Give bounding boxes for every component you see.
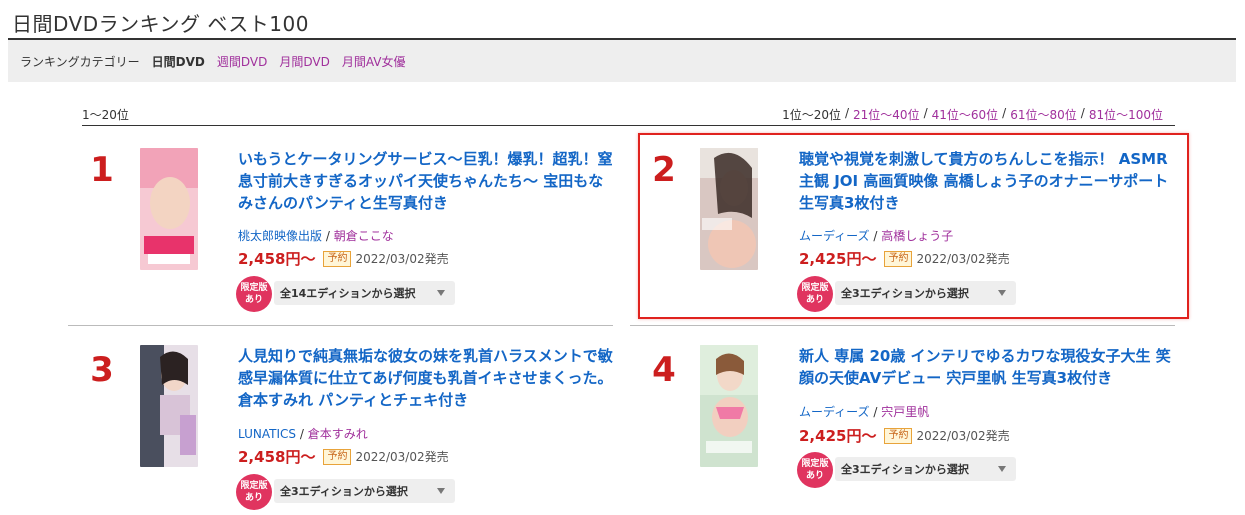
pager-separator: / <box>923 106 928 120</box>
price: 2,458円〜 <box>238 448 316 466</box>
maker-link[interactable]: ムーディーズ <box>799 405 870 419</box>
actress-link[interactable]: 高橋しょう子 <box>881 229 953 243</box>
product-title-link[interactable]: 新人 専属 20歳 インテリでゆるカワな現役女子大生 笑顔の天使AVデビュー 宍… <box>799 345 1174 389</box>
price: 2,425円〜 <box>799 250 877 268</box>
release-date: 2022/03/02発売 <box>355 252 449 266</box>
chevron-down-icon <box>998 466 1006 472</box>
price-row: 2,458円〜 予約 2022/03/02発売 <box>238 446 449 467</box>
product-credits: ムーディーズ / 宍戸里帆 <box>799 403 929 420</box>
edition-select[interactable]: 全3エディションから選択 <box>835 457 1016 481</box>
edition-select-label: 全14エディションから選択 <box>280 287 416 300</box>
category-link-weekly-dvd[interactable]: 週間DVD <box>217 53 267 70</box>
maker-link[interactable]: 桃太郎映像出版 <box>238 229 322 243</box>
rank-pager: 1位〜20位 / 21位〜40位 / 41位〜60位 / 61位〜80位 / 8… <box>782 106 1163 123</box>
price-row: 2,425円〜 予約 2022/03/02発売 <box>799 248 1010 269</box>
category-bar: ランキングカテゴリー 日間DVD 週間DVD 月間DVD 月間AV女優 <box>8 40 1236 82</box>
preorder-badge: 予約 <box>323 448 352 465</box>
product-jacket-image[interactable] <box>700 345 758 467</box>
chevron-down-icon <box>437 290 445 296</box>
price-row: 2,458円〜 予約 2022/03/02発売 <box>238 248 449 269</box>
price: 2,458円〜 <box>238 250 316 268</box>
pager-link-21-40[interactable]: 21位〜40位 <box>853 106 920 123</box>
range-label: 1〜20位 <box>82 108 129 122</box>
pager-current: 1位〜20位 <box>782 108 841 122</box>
product-credits: ムーディーズ / 高橋しょう子 <box>799 227 953 244</box>
category-label: ランキングカテゴリー <box>20 54 140 69</box>
range-divider <box>82 125 1175 126</box>
edition-select-label: 全3エディションから選択 <box>280 485 408 498</box>
actress-link[interactable]: 宍戸里帆 <box>881 405 929 419</box>
card-divider <box>630 325 1175 326</box>
product-jacket-image[interactable] <box>140 345 198 467</box>
maker-link[interactable]: ムーディーズ <box>799 229 870 243</box>
product-title-link[interactable]: 聴覚や視覚を刺激して貴方のちんしこを指示！ ASMR主観 JOI 高画質映像 高… <box>799 148 1174 214</box>
category-link-monthly-dvd[interactable]: 月間DVD <box>279 53 329 70</box>
limited-badge-line2: あり <box>805 295 824 305</box>
limited-edition-badge: 限定版 あり <box>797 452 833 488</box>
product-credits: 桃太郎映像出版 / 朝倉ここな <box>238 227 394 244</box>
release-date: 2022/03/02発売 <box>916 429 1010 443</box>
product-title-link[interactable]: 人見知りで純真無垢な彼女の妹を乳首ハラスメントで敏感早漏体質に仕立てあげ何度も乳… <box>238 345 613 411</box>
category-current: 日間DVD <box>151 54 205 69</box>
limited-badge-line2: あり <box>805 471 824 481</box>
edition-select-label: 全3エディションから選択 <box>841 463 969 476</box>
maker-link[interactable]: LUNATICS <box>238 427 296 441</box>
pager-separator: / <box>1080 106 1085 120</box>
edition-select[interactable]: 全3エディションから選択 <box>835 281 1016 305</box>
card-divider <box>68 325 613 326</box>
limited-badge-line2: あり <box>244 493 263 503</box>
page-title: 日間DVDランキング ベスト100 <box>12 12 309 36</box>
edition-select[interactable]: 全3エディションから選択 <box>274 479 455 503</box>
edition-select-label: 全3エディションから選択 <box>841 287 969 300</box>
preorder-badge: 予約 <box>884 250 913 267</box>
edition-select[interactable]: 全14エディションから選択 <box>274 281 455 305</box>
pager-link-41-60[interactable]: 41位〜60位 <box>932 106 999 123</box>
limited-edition-badge: 限定版 あり <box>797 276 833 312</box>
actress-link[interactable]: 倉本すみれ <box>308 427 368 441</box>
product-title-link[interactable]: いもうとケータリングサービス〜巨乳！爆乳！超乳！窒息寸前大きすぎるオッパイ天使ち… <box>238 148 613 214</box>
price: 2,425円〜 <box>799 427 877 445</box>
pager-separator: / <box>1002 106 1007 120</box>
product-jacket-image[interactable] <box>140 148 198 270</box>
limited-edition-badge: 限定版 あり <box>236 474 272 510</box>
pager-separator: / <box>844 106 850 120</box>
limited-badge-line2: あり <box>244 295 263 305</box>
rank-number: 2 <box>652 150 676 190</box>
pager-link-61-80[interactable]: 61位〜80位 <box>1010 106 1077 123</box>
category-link-monthly-actress[interactable]: 月間AV女優 <box>342 53 406 70</box>
limited-badge-line1: 限定版 <box>240 481 268 491</box>
limited-badge-line1: 限定版 <box>801 459 829 469</box>
release-date: 2022/03/02発売 <box>916 252 1010 266</box>
chevron-down-icon <box>437 488 445 494</box>
chevron-down-icon <box>998 290 1006 296</box>
rank-number: 1 <box>90 150 114 190</box>
preorder-badge: 予約 <box>884 427 913 444</box>
pager-link-81-100[interactable]: 81位〜100位 <box>1089 106 1163 123</box>
actress-link[interactable]: 朝倉ここな <box>334 229 394 243</box>
rank-number: 3 <box>90 350 114 390</box>
limited-edition-badge: 限定版 あり <box>236 276 272 312</box>
product-credits: LUNATICS / 倉本すみれ <box>238 425 368 442</box>
credit-separator: / <box>325 229 334 243</box>
limited-badge-line1: 限定版 <box>240 283 268 293</box>
product-jacket-image[interactable] <box>700 148 758 270</box>
preorder-badge: 予約 <box>323 250 352 267</box>
limited-badge-line1: 限定版 <box>801 283 829 293</box>
rank-number: 4 <box>652 350 676 390</box>
price-row: 2,425円〜 予約 2022/03/02発売 <box>799 425 1010 446</box>
release-date: 2022/03/02発売 <box>355 450 449 464</box>
credit-separator: / <box>299 427 308 441</box>
